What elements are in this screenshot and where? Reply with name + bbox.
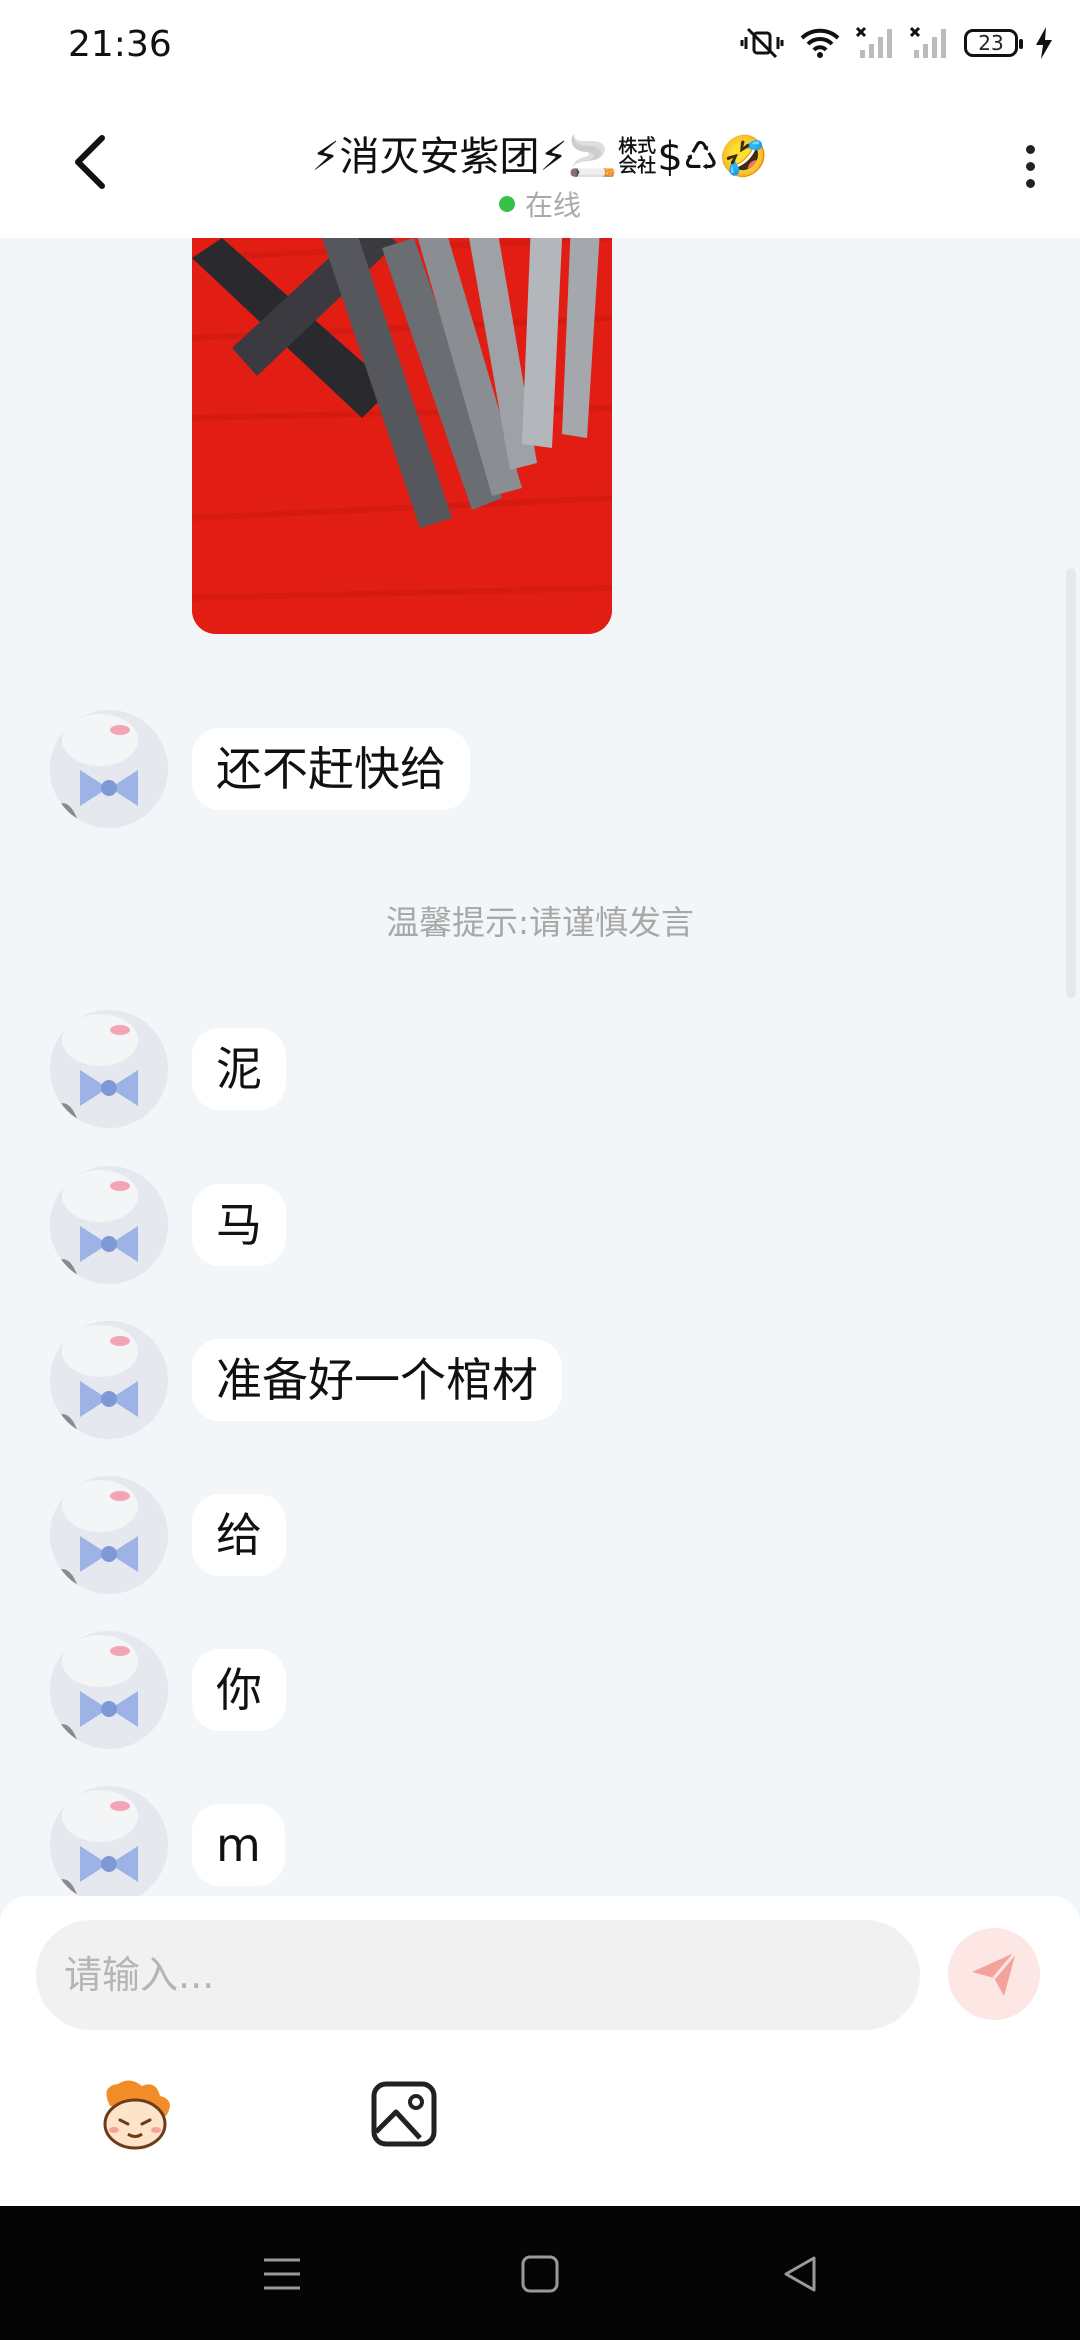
message-row: 泥	[50, 1010, 286, 1128]
avatar[interactable]	[50, 1786, 168, 1896]
message-row: 马	[50, 1166, 286, 1284]
signal-no-service-icon	[910, 26, 948, 60]
system-nav-bar	[0, 2206, 1080, 2340]
avatar[interactable]	[50, 1631, 168, 1749]
back-triangle-icon	[784, 2256, 816, 2292]
recent-apps-button[interactable]	[258, 2250, 306, 2298]
more-dot	[1025, 144, 1035, 154]
mute-vibrate-icon	[740, 27, 784, 59]
image-icon	[371, 2081, 437, 2147]
message-bubble[interactable]: 马	[192, 1184, 286, 1266]
wifi-icon	[800, 27, 840, 59]
charging-icon	[1034, 27, 1054, 59]
battery-icon: 23	[964, 29, 1023, 57]
message-row: 准备好一个棺材	[50, 1321, 562, 1439]
message-row: 还不赶快给	[50, 710, 470, 828]
message-bubble[interactable]: 给	[192, 1494, 286, 1576]
avatar[interactable]	[50, 710, 168, 828]
message-bubble[interactable]: 你	[192, 1649, 286, 1731]
message-row: m	[50, 1786, 285, 1896]
notice-text: 温馨提示:请谨慎发言	[385, 903, 695, 942]
message-bubble[interactable]: m	[192, 1804, 285, 1886]
emoji-avatar-icon	[103, 2080, 170, 2150]
image-button[interactable]	[368, 2078, 440, 2150]
chat-header: ⚡消灭安紫团⚡🚬㍿$♺🤣 在线	[0, 96, 1080, 238]
message-bubble[interactable]: 准备好一个棺材	[192, 1339, 562, 1421]
back-nav-button[interactable]	[776, 2250, 824, 2298]
emoji-button[interactable]	[90, 2076, 180, 2156]
avatar[interactable]	[50, 1321, 168, 1439]
online-status-label: 在线	[524, 189, 581, 222]
message-row: 你	[50, 1631, 286, 1749]
menu-icon	[264, 2258, 300, 2290]
image-message[interactable]	[192, 238, 612, 634]
more-options-button[interactable]	[1010, 136, 1050, 196]
avatar[interactable]	[50, 1476, 168, 1594]
avatar[interactable]	[50, 1166, 168, 1284]
send-button[interactable]	[948, 1928, 1040, 2020]
home-icon	[521, 2255, 559, 2293]
message-bubble[interactable]: 泥	[192, 1028, 286, 1110]
message-row: 给	[50, 1476, 286, 1594]
online-dot	[498, 196, 515, 212]
chat-title: ⚡消灭安紫团⚡🚬㍿$♺🤣	[311, 134, 769, 180]
chat-area[interactable]: 还不赶快给 温馨提示:请谨慎发言 泥 马 准备好一个棺材 给 你 m	[0, 238, 1080, 1896]
composer-panel	[0, 1896, 1080, 2206]
avatar[interactable]	[50, 1010, 168, 1128]
home-button[interactable]	[516, 2250, 564, 2298]
paper-plane-icon	[972, 1951, 1018, 1996]
message-input[interactable]	[36, 1920, 920, 2030]
status-time: 21:36	[68, 24, 172, 65]
online-status: 在线	[0, 184, 1080, 224]
status-icons: 23	[740, 26, 1054, 60]
status-bar: 21:36 23	[0, 0, 1080, 96]
message-bubble[interactable]: 还不赶快给	[192, 728, 470, 810]
more-dot	[1025, 161, 1035, 171]
battery-level: 23	[978, 31, 1004, 55]
signal-no-service-icon	[856, 26, 894, 60]
more-dot	[1025, 178, 1035, 188]
